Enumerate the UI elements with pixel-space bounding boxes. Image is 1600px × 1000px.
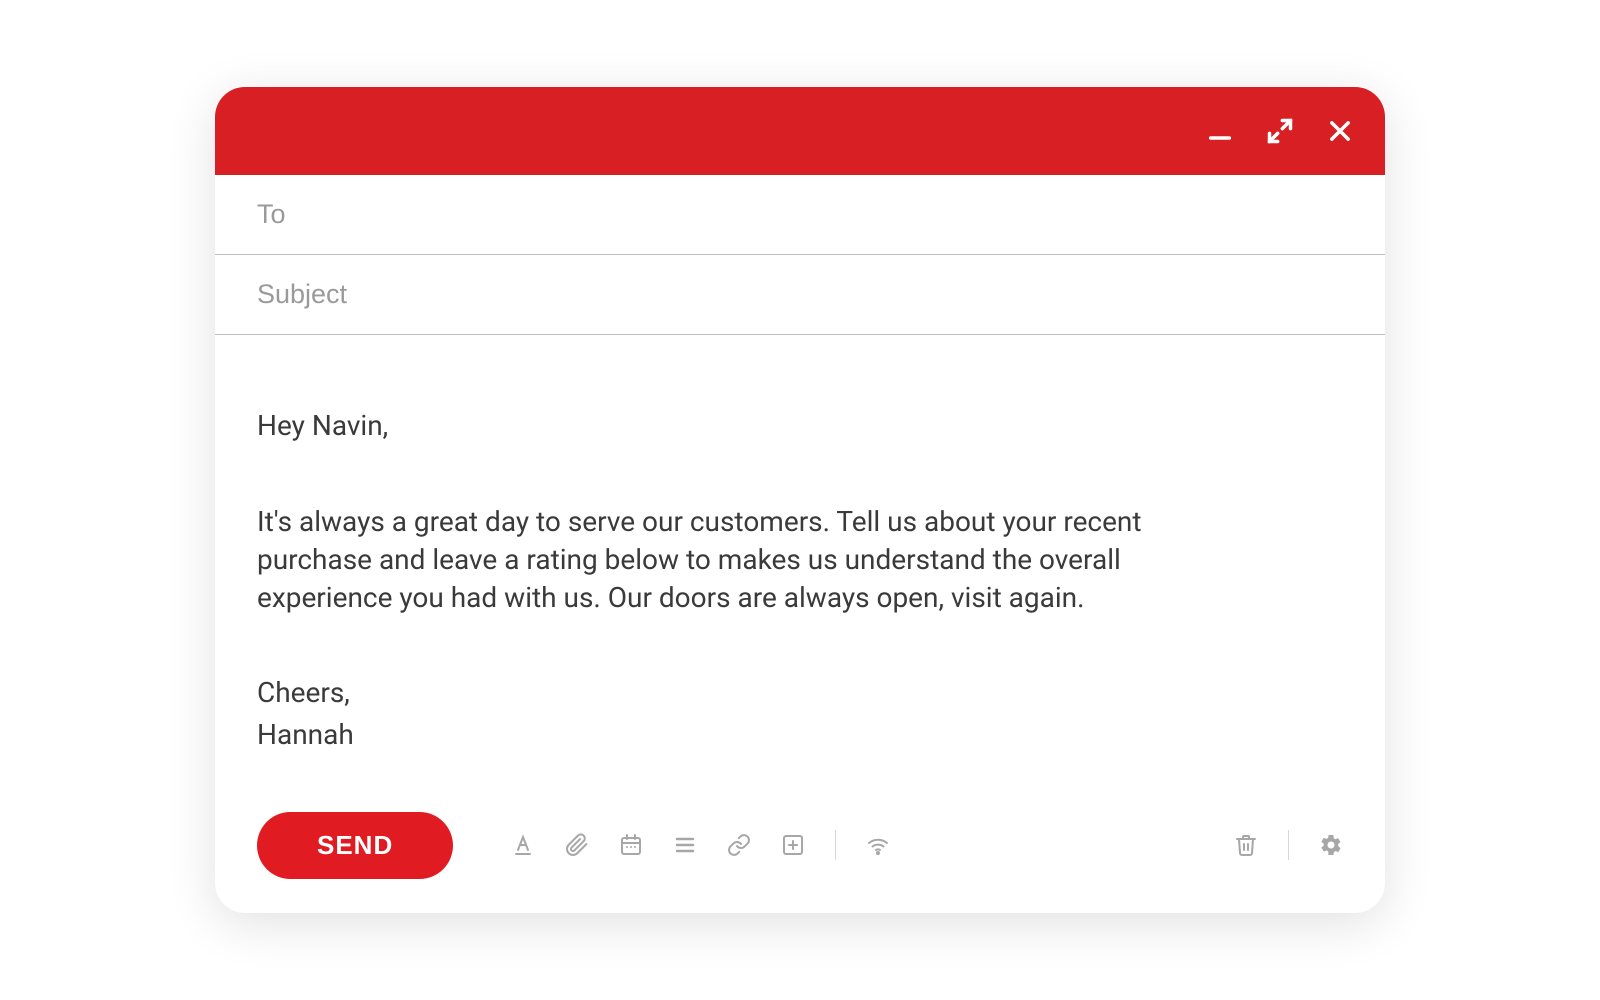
- body-greeting: Hey Navin,: [257, 407, 1343, 445]
- text-color-icon[interactable]: [511, 833, 535, 857]
- footer-right-icons: [1234, 830, 1343, 860]
- to-input[interactable]: [257, 199, 1343, 230]
- subject-input[interactable]: [257, 279, 1343, 310]
- paperclip-icon[interactable]: [565, 833, 589, 857]
- expand-icon[interactable]: [1265, 116, 1295, 146]
- link-icon[interactable]: [727, 833, 751, 857]
- list-icon[interactable]: [673, 833, 697, 857]
- to-field-row: [215, 175, 1385, 255]
- compose-footer: SEND: [215, 794, 1385, 913]
- email-body[interactable]: Hey Navin, It's always a great day to se…: [215, 335, 1385, 794]
- body-signature: Hannah: [257, 716, 1343, 754]
- add-box-icon[interactable]: [781, 833, 805, 857]
- compose-window: Hey Navin, It's always a great day to se…: [215, 87, 1385, 913]
- body-signoff: Cheers,: [257, 674, 1343, 712]
- close-icon[interactable]: [1325, 116, 1355, 146]
- footer-divider: [1288, 830, 1289, 860]
- gear-icon[interactable]: [1319, 833, 1343, 857]
- titlebar: [215, 87, 1385, 175]
- wifi-icon[interactable]: [866, 833, 890, 857]
- trash-icon[interactable]: [1234, 833, 1258, 857]
- send-button[interactable]: SEND: [257, 812, 453, 879]
- minimize-icon[interactable]: [1205, 116, 1235, 146]
- formatting-toolbar: [511, 830, 890, 860]
- toolbar-divider: [835, 830, 836, 860]
- subject-field-row: [215, 255, 1385, 335]
- body-main: It's always a great day to serve our cus…: [257, 503, 1177, 616]
- calendar-icon[interactable]: [619, 833, 643, 857]
